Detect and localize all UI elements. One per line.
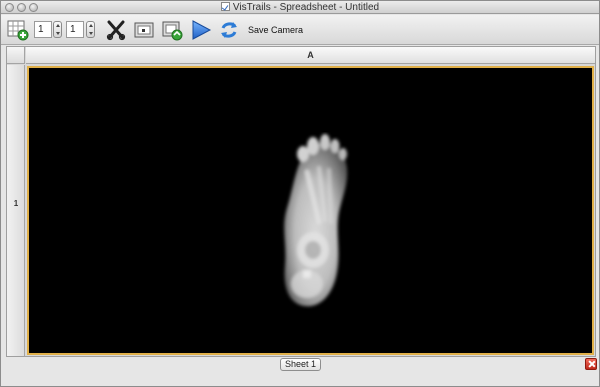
row-header-1[interactable]: 1 [7,65,25,356]
cell-capture-icon[interactable] [133,19,155,41]
tab-sheet-1[interactable]: Sheet 1 [280,358,321,371]
toolbar: 1 1 Save Camera [1,15,599,45]
foot-render-image [284,134,348,307]
spreadsheet-cell-a1[interactable] [27,66,594,355]
document-icon [220,2,230,11]
window-title-wrap: VisTrails - Spreadsheet - Untitled [1,1,599,14]
row-count-stepper[interactable] [53,21,62,38]
column-header-a[interactable]: A [26,47,595,64]
row-header-label: 1 [13,199,19,208]
row-count-input[interactable]: 1 [34,21,52,38]
new-sheet-icon[interactable] [7,19,29,41]
column-count-stepper[interactable] [86,21,95,38]
sync-icon[interactable] [218,19,240,41]
delete-cell-icon[interactable] [105,19,127,41]
save-camera-button[interactable]: Save Camera [248,23,303,37]
play-icon[interactable] [190,19,212,41]
close-sheet-icon[interactable] [585,358,597,370]
column-count-input[interactable]: 1 [66,21,84,38]
spreadsheet-window: VisTrails - Spreadsheet - Untitled 1 1 S… [0,0,600,387]
window-title: VisTrails - Spreadsheet - Untitled [232,2,380,13]
spreadsheet-grid: A 1 [6,46,596,357]
grid-corner[interactable] [7,47,25,64]
title-bar[interactable]: VisTrails - Spreadsheet - Untitled [1,1,599,14]
pipeline-capture-icon[interactable] [161,19,183,41]
